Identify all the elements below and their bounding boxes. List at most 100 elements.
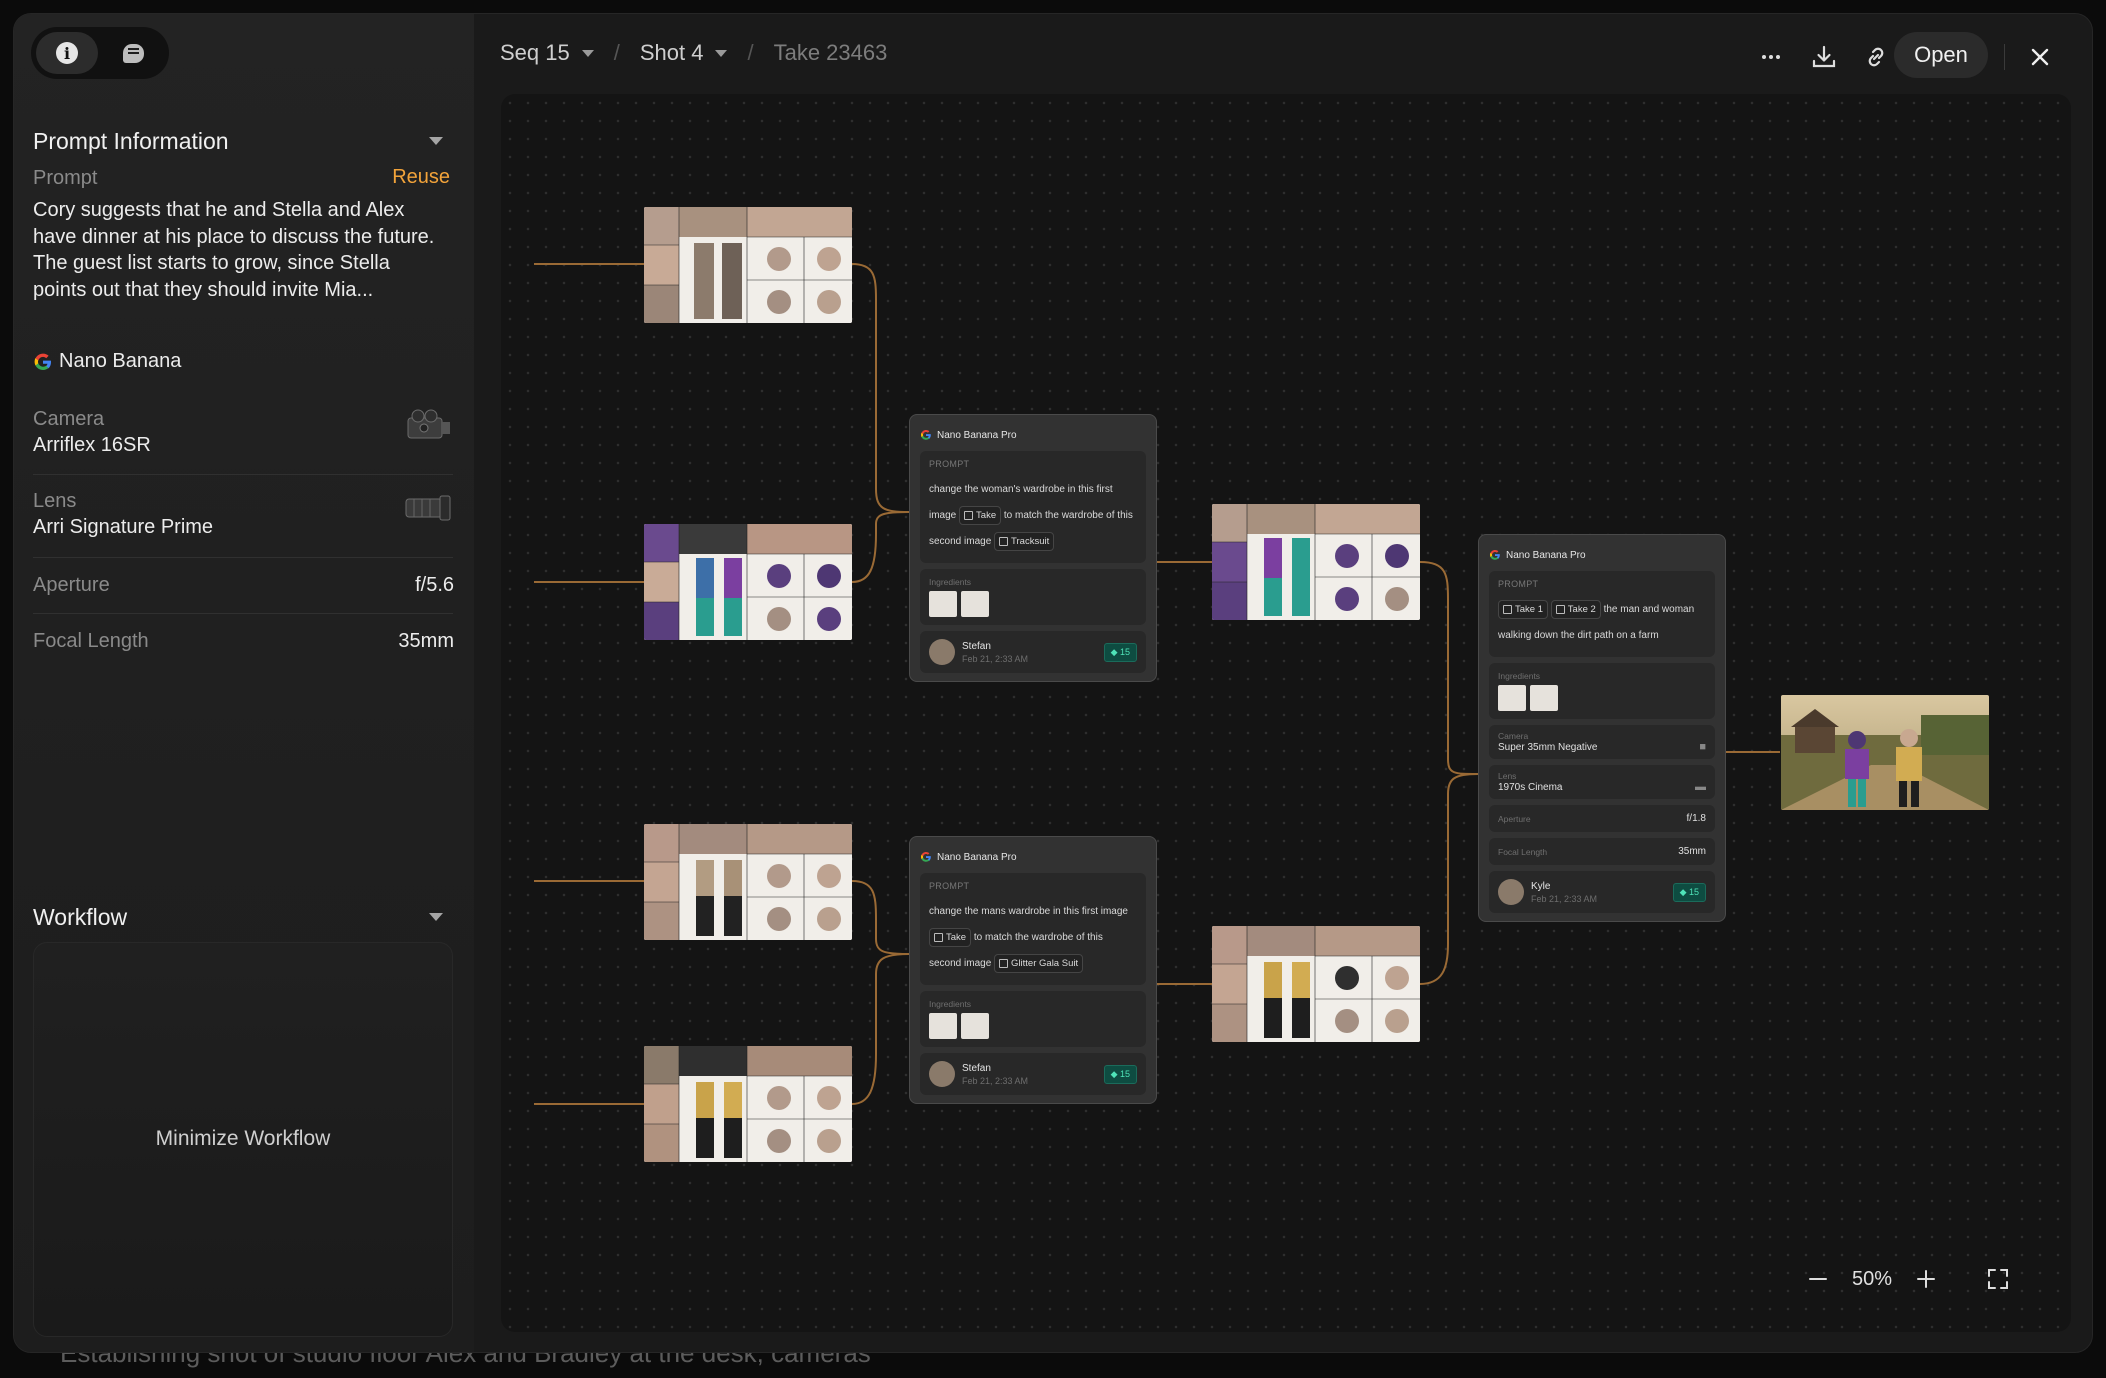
- reference-image-woman-original[interactable]: [644, 207, 852, 323]
- focal-length-label: Focal Length: [1498, 846, 1548, 857]
- chip-label: Glitter Gala Suit: [1011, 957, 1079, 969]
- take-chip[interactable]: Take: [929, 927, 972, 947]
- divider: [33, 613, 453, 614]
- generation-node-3[interactable]: Nano Banana Pro PROMPT Take 1 Take 2 the…: [1478, 534, 1726, 922]
- fullscreen-icon[interactable]: [1986, 1267, 2010, 1291]
- breadcrumb-take: Take 23463: [773, 40, 888, 65]
- element-chip[interactable]: Tracksuit: [994, 531, 1055, 551]
- generated-image-man-gala-suit[interactable]: [1212, 926, 1420, 1042]
- google-icon: [920, 429, 931, 440]
- node-prompt-title: PROMPT: [1498, 579, 1539, 589]
- author-name: Stefan: [962, 640, 991, 652]
- breadcrumb: Seq 15 / Shot 4 / Take 23463: [500, 40, 887, 66]
- node-ingredients: Ingredients: [1489, 663, 1715, 719]
- image-content: [1212, 504, 1420, 620]
- node-model: Nano Banana Pro: [1506, 549, 1586, 561]
- lens-value: 1970s Cinema: [1498, 781, 1563, 793]
- image-content: [644, 824, 852, 940]
- link-icon[interactable]: [1863, 44, 1889, 70]
- open-button[interactable]: Open: [1894, 32, 1988, 78]
- aperture-value: f/5.6: [415, 574, 454, 596]
- node-model: Nano Banana Pro: [937, 429, 1017, 441]
- take-icon: [964, 510, 974, 520]
- node-ingredients: Ingredients: [920, 569, 1146, 625]
- take-chip[interactable]: Take 1: [1498, 599, 1548, 619]
- node-prompt-title: PROMPT: [929, 881, 970, 891]
- reference-image-tracksuit[interactable]: [644, 524, 852, 640]
- credits-count: 15: [1119, 1068, 1130, 1079]
- prompt-label: Prompt: [33, 167, 98, 189]
- zoom-out-icon[interactable]: [1806, 1267, 1830, 1291]
- author-name: Kyle: [1531, 880, 1551, 892]
- chip-label: Take 2: [1567, 603, 1596, 615]
- divider: [33, 474, 453, 475]
- node-model: Nano Banana Pro: [937, 851, 1017, 863]
- aperture-label: Aperture: [1498, 813, 1531, 824]
- chat-icon: [122, 43, 144, 63]
- node-prompt-text: Take 1 Take 2 the man and woman walking …: [1498, 597, 1706, 649]
- reference-image-gala-suit[interactable]: [644, 1046, 852, 1162]
- download-icon[interactable]: [1811, 44, 1837, 70]
- minimize-workflow-button[interactable]: Minimize Workflow: [34, 1127, 452, 1151]
- more-icon[interactable]: [1758, 44, 1784, 70]
- reuse-button[interactable]: Reuse: [392, 166, 450, 189]
- element-chip[interactable]: Glitter Gala Suit: [994, 953, 1084, 973]
- breadcrumb-seq[interactable]: Seq 15: [500, 40, 594, 66]
- take-chip[interactable]: Take 2: [1550, 599, 1601, 619]
- node-prompt: PROMPT change the woman's wardrobe in th…: [920, 451, 1146, 563]
- sidebar-tab-switch: i: [31, 27, 169, 79]
- divider: [33, 557, 453, 558]
- prompt-section-title: Prompt Information: [33, 128, 229, 154]
- credits-count: 15: [1119, 646, 1130, 657]
- lens-icon: [405, 495, 451, 521]
- ingredient-thumb[interactable]: [929, 591, 957, 617]
- final-output-image[interactable]: [1781, 695, 1989, 810]
- focal-length-value: 35mm: [398, 630, 454, 652]
- credits-badge: ◆ 15: [1103, 1064, 1137, 1084]
- node-prompt-title: PROMPT: [929, 459, 970, 469]
- generation-node-2[interactable]: Nano Banana Pro PROMPT change the mans w…: [909, 836, 1157, 1104]
- credits-badge: ◆ 15: [1103, 642, 1137, 662]
- chevron-down-icon[interactable]: [429, 913, 443, 921]
- breadcrumb-shot[interactable]: Shot 4: [640, 40, 728, 66]
- node-aperture: Aperture f/1.8: [1489, 805, 1715, 832]
- camera-value: Super 35mm Negative: [1498, 741, 1598, 753]
- reference-image-man-original[interactable]: [644, 824, 852, 940]
- camera-icon: [407, 409, 450, 439]
- chip-label: Take: [946, 931, 967, 943]
- take-icon: [1503, 604, 1512, 614]
- zoom-controls: 50%: [1806, 1250, 2010, 1308]
- avatar: [1498, 879, 1524, 905]
- breadcrumb-shot-label: Shot 4: [639, 40, 704, 65]
- aperture-value: f/1.8: [1686, 813, 1706, 824]
- generation-node-1[interactable]: Nano Banana Pro PROMPT change the woman'…: [909, 414, 1157, 682]
- ingredients-label: Ingredients: [929, 577, 972, 587]
- close-icon[interactable]: [2027, 44, 2053, 70]
- google-icon: [1489, 549, 1500, 560]
- ingredient-thumb[interactable]: [1530, 685, 1558, 711]
- ingredient-thumb[interactable]: [961, 1013, 989, 1039]
- node-prompt: PROMPT Take 1 Take 2 the man and woman w…: [1489, 571, 1715, 657]
- zoom-level: 50%: [1852, 1267, 1893, 1290]
- tab-info[interactable]: i: [36, 32, 98, 74]
- camera-icon: ■: [1699, 741, 1706, 753]
- google-icon: [920, 851, 931, 862]
- ingredient-thumb[interactable]: [929, 1013, 957, 1039]
- camera-value: Arriflex 16SR: [33, 434, 151, 456]
- image-content: [1781, 695, 1989, 810]
- workflow-preview[interactable]: Minimize Workflow: [33, 942, 453, 1337]
- chevron-down-icon[interactable]: [429, 137, 443, 145]
- model-row: Nano Banana: [33, 350, 181, 373]
- element-icon: [999, 536, 1009, 546]
- tab-comments[interactable]: [102, 32, 164, 74]
- prompt-text: Cory suggests that he and Stella and Ale…: [33, 199, 435, 301]
- ingredient-thumb[interactable]: [1498, 685, 1526, 711]
- breadcrumb-separator: /: [747, 40, 754, 65]
- take-chip[interactable]: Take: [959, 505, 1002, 525]
- node-focal-length: Focal Length 35mm: [1489, 838, 1715, 865]
- workflow-section-title: Workflow: [33, 904, 128, 930]
- author-date: Feb 21, 2:33 AM: [962, 653, 1029, 664]
- generated-image-woman-tracksuit[interactable]: [1212, 504, 1420, 620]
- zoom-in-icon[interactable]: [1914, 1267, 1938, 1291]
- ingredient-thumb[interactable]: [961, 591, 989, 617]
